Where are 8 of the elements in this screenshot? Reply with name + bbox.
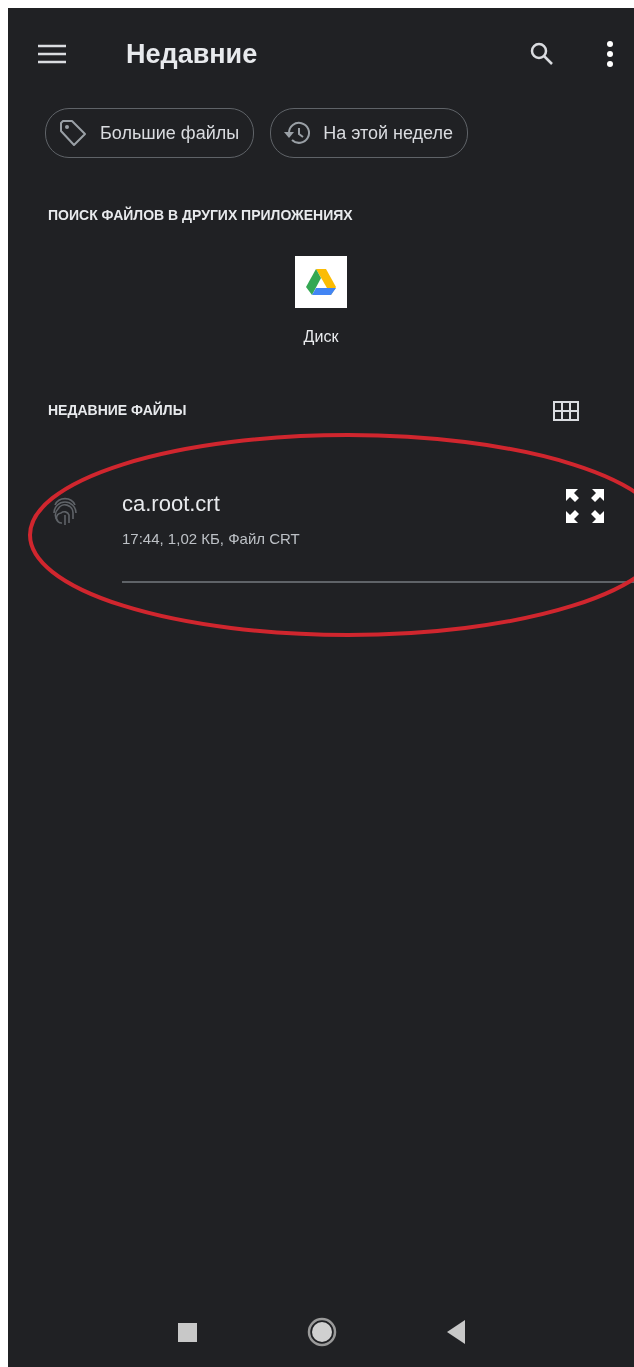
app-label[interactable]: Диск <box>297 324 345 350</box>
filter-chip[interactable]: На этой неделе <box>270 108 469 158</box>
filter-chip[interactable]: Большие файлы <box>45 108 255 158</box>
toolbar-title: Недавние <box>126 37 258 71</box>
section-heading: НЕДАВНИЕ ФАЙЛЫ <box>48 400 187 420</box>
section-heading: ПОИСК ФАЙЛОВ В ДРУГИХ ПРИЛОЖЕНИЯХ <box>47 205 354 225</box>
file-name[interactable]: ca.root.crt <box>122 487 300 520</box>
file-details: 17:44, 1,02 КБ, Файл CRT <box>122 529 300 549</box>
